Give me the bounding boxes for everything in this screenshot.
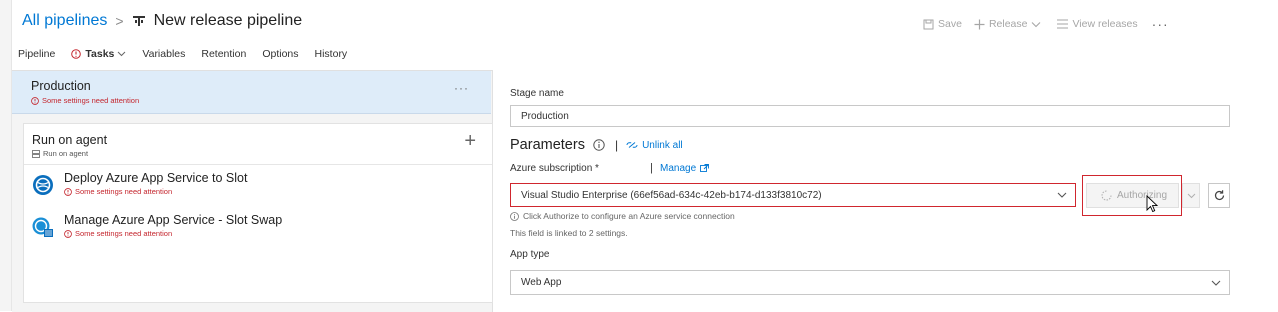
unlink-icon — [626, 142, 638, 148]
spinner-icon — [1101, 190, 1112, 201]
warning-icon — [64, 187, 72, 196]
plus-icon — [974, 19, 985, 29]
chevron-down-icon — [1032, 21, 1041, 27]
authorize-label: Authorizing — [1117, 190, 1168, 201]
unlink-all-link[interactable]: Unlink all — [626, 140, 683, 151]
parameters-separator: | — [614, 138, 619, 152]
release-button[interactable]: Release — [974, 18, 1046, 30]
stage-more-button[interactable]: ··· — [454, 81, 469, 95]
agent-job-sub-label: Run on agent — [43, 149, 89, 158]
azure-subscription-label: Azure subscription * — [510, 163, 599, 174]
toolbar: Save Release View releases ··· — [923, 16, 1169, 32]
tab-pipeline[interactable]: Pipeline — [18, 48, 55, 60]
breadcrumb: All pipelines > New release pipeline — [22, 12, 302, 30]
app-type-value: Web App — [521, 277, 562, 288]
task-warning: Some settings need attention — [64, 187, 172, 196]
chevron-down-icon — [1057, 192, 1067, 198]
azure-app-service-icon — [33, 175, 53, 195]
tab-options[interactable]: Options — [262, 48, 298, 60]
stage-name: Production — [31, 79, 91, 93]
tab-tasks-label: Tasks — [85, 48, 115, 60]
tab-variables[interactable]: Variables — [142, 48, 185, 60]
view-releases-button[interactable]: View releases — [1057, 18, 1138, 30]
info-icon — [510, 211, 519, 221]
parameters-header: Parameters | Unlink all — [510, 137, 683, 153]
save-icon — [923, 19, 934, 29]
save-button[interactable]: Save — [923, 18, 962, 30]
add-task-button[interactable]: + — [464, 130, 476, 153]
tab-tasks[interactable]: Tasks — [71, 48, 126, 60]
warning-icon — [31, 96, 39, 105]
server-icon — [32, 149, 40, 158]
stage-tasks-panel: Production Some settings need attention … — [12, 70, 493, 312]
more-actions-button[interactable]: ··· — [1152, 16, 1169, 32]
stage-name-input[interactable]: Production — [510, 105, 1230, 127]
external-link-icon — [700, 164, 710, 172]
chevron-down-icon — [118, 51, 126, 57]
authorize-hint: Click Authorize to configure an Azure se… — [510, 211, 735, 221]
agent-job-row[interactable]: Run on agent Run on agent + — [24, 124, 492, 165]
task-warning-text: Some settings need attention — [75, 187, 173, 196]
tab-history[interactable]: History — [315, 48, 348, 60]
info-icon[interactable] — [593, 139, 605, 151]
stage-warning: Some settings need attention — [31, 96, 139, 105]
refresh-icon — [1214, 190, 1224, 201]
unlink-all-label: Unlink all — [642, 139, 683, 151]
refresh-button[interactable] — [1208, 183, 1230, 208]
task-warning: Some settings need attention — [64, 229, 172, 238]
breadcrumb-separator: > — [115, 13, 124, 29]
app-type-label: App type — [510, 249, 550, 260]
manage-separator: | — [650, 162, 653, 174]
task-name: Deploy Azure App Service to Slot — [64, 171, 248, 185]
left-gutter — [0, 0, 12, 311]
tab-bar: Pipeline Tasks Variables Retention Optio… — [18, 48, 363, 60]
view-releases-label: View releases — [1072, 18, 1138, 30]
stage-warning-text: Some settings need attention — [42, 96, 140, 105]
azure-subscription-value: Visual Studio Enterprise (66ef56ad-634c-… — [521, 189, 822, 201]
mouse-pointer-icon — [1146, 195, 1158, 213]
manage-link[interactable]: Manage — [660, 163, 710, 174]
chevron-down-icon — [1187, 193, 1195, 198]
azure-subscription-dropdown[interactable]: Visual Studio Enterprise (66ef56ad-634c-… — [510, 183, 1076, 207]
breadcrumb-all-pipelines[interactable]: All pipelines — [22, 12, 107, 30]
task-item-deploy-slot[interactable]: Deploy Azure App Service to Slot Some se… — [24, 166, 492, 206]
linked-note: This field is linked to 2 settings. — [510, 228, 628, 238]
chevron-down-icon — [1211, 280, 1221, 286]
warning-icon — [71, 49, 82, 59]
agent-job-name: Run on agent — [32, 133, 108, 147]
task-item-slot-swap[interactable]: Manage Azure App Service - Slot Swap Som… — [24, 208, 492, 248]
warning-icon — [64, 229, 72, 238]
task-warning-text: Some settings need attention — [75, 229, 173, 238]
azure-slot-swap-icon — [32, 217, 53, 237]
release-pipeline-icon — [132, 16, 145, 26]
list-icon — [1057, 19, 1069, 29]
stage-name-label: Stage name — [510, 88, 564, 99]
pipeline-title[interactable]: New release pipeline — [154, 12, 303, 30]
parameters-title: Parameters — [510, 137, 585, 153]
task-name: Manage Azure App Service - Slot Swap — [64, 213, 283, 227]
authorize-button[interactable]: Authorizing — [1086, 183, 1179, 208]
tab-retention[interactable]: Retention — [201, 48, 246, 60]
app-type-dropdown[interactable]: Web App — [510, 270, 1230, 295]
manage-label: Manage — [660, 163, 697, 174]
agent-job-card: Run on agent Run on agent + Deploy Azure… — [23, 123, 493, 303]
authorize-dropdown-button[interactable] — [1182, 183, 1200, 208]
agent-job-sub: Run on agent — [32, 149, 88, 158]
release-label: Release — [988, 18, 1028, 30]
authorize-hint-text: Click Authorize to configure an Azure se… — [523, 211, 735, 221]
stage-card-production[interactable]: Production Some settings need attention … — [12, 71, 491, 114]
save-label: Save — [938, 18, 962, 30]
